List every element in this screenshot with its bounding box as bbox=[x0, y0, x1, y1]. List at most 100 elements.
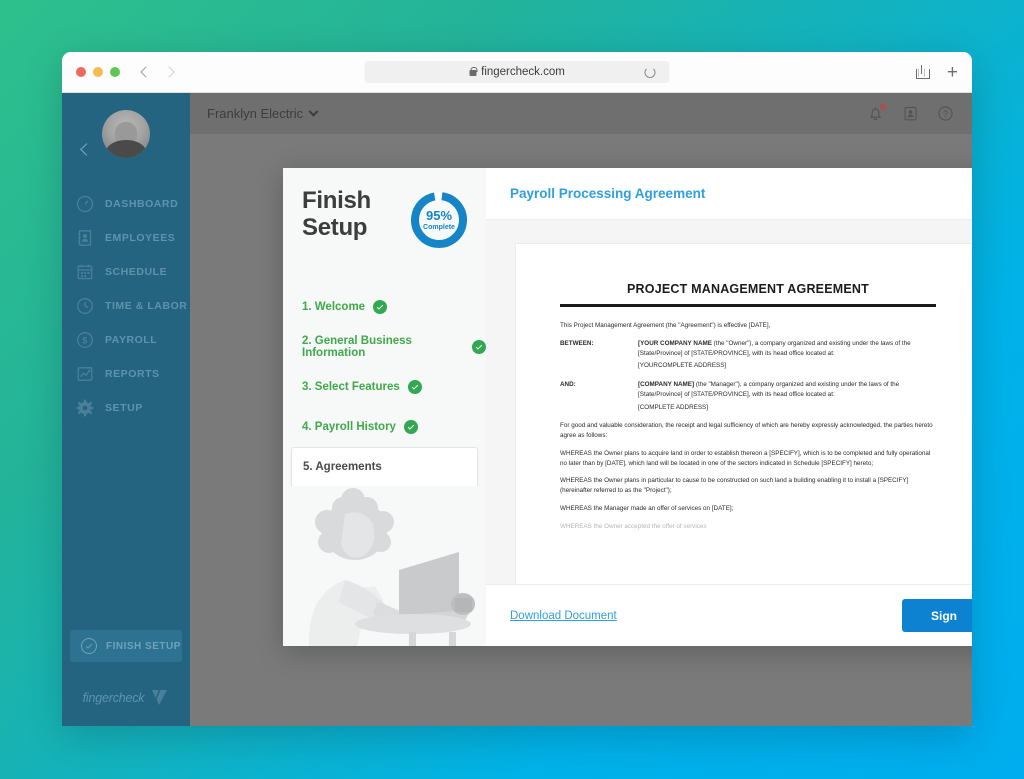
chevron-down-icon bbox=[308, 106, 319, 117]
top-bar: Franklyn Electric ? bbox=[190, 93, 972, 134]
document-whereas-4-clipped: WHEREAS the Owner accepted the offer of … bbox=[560, 522, 707, 530]
application-body: DASHBOARD EMPLOYEES SCHEDULE TIME & LABO… bbox=[62, 93, 972, 726]
sidebar-item-employees[interactable]: EMPLOYEES bbox=[62, 221, 190, 255]
setup-step-general-business-information[interactable]: 2. General Business Information bbox=[283, 327, 486, 367]
download-document-link[interactable]: Download Document bbox=[510, 610, 617, 622]
gauge-icon bbox=[76, 195, 94, 213]
and-label: AND: bbox=[560, 381, 576, 388]
agreement-title: Payroll Processing Agreement bbox=[510, 186, 706, 201]
sidebar-item-time-labor[interactable]: TIME & LABOR bbox=[62, 289, 190, 323]
check-circle-icon bbox=[407, 380, 422, 394]
lock-icon bbox=[469, 66, 478, 76]
sidebar-item-setup[interactable]: SETUP bbox=[62, 391, 190, 425]
setup-title-line1: Finish bbox=[302, 187, 371, 214]
calendar-icon bbox=[76, 263, 94, 281]
agreement-panel: Payroll Processing Agreement PROJECT MAN… bbox=[486, 168, 972, 646]
sidebar: DASHBOARD EMPLOYEES SCHEDULE TIME & LABO… bbox=[62, 93, 190, 726]
notification-badge bbox=[880, 104, 886, 110]
sidebar-item-label: REPORTS bbox=[105, 368, 160, 380]
bell-icon[interactable] bbox=[867, 104, 886, 122]
close-window-button[interactable] bbox=[76, 67, 86, 77]
and-party: [COMPANY NAME] (the "Manager"), a compan… bbox=[638, 380, 936, 400]
chevron-right-icon[interactable] bbox=[163, 66, 175, 78]
sidebar-item-label: SCHEDULE bbox=[105, 266, 168, 278]
finish-setup-modal: Finish Setup 95% Complete 1. Welcome 2. … bbox=[283, 168, 972, 646]
sidebar-item-payroll[interactable]: $ PAYROLL bbox=[62, 323, 190, 357]
maximize-window-button[interactable] bbox=[110, 67, 120, 77]
check-circle-icon bbox=[81, 638, 97, 654]
svg-text:?: ? bbox=[943, 109, 948, 119]
company-name: Franklyn Electric bbox=[207, 106, 304, 121]
fingercheck-mark-icon bbox=[150, 689, 169, 706]
address-book-icon bbox=[76, 229, 94, 247]
setup-step-label: 5. Agreements bbox=[303, 461, 382, 473]
document-whereas-1: WHEREAS the Owner plans to acquire land … bbox=[560, 449, 931, 467]
document-and-row: AND: [COMPANY NAME] (the "Manager"), a c… bbox=[560, 380, 936, 400]
reload-icon[interactable] bbox=[644, 66, 656, 78]
top-bar-icons: ? bbox=[867, 104, 954, 122]
chart-icon bbox=[76, 365, 94, 383]
finish-setup-button[interactable]: FINISH SETUP bbox=[70, 630, 182, 662]
traffic-lights[interactable] bbox=[76, 67, 120, 77]
browser-window: fingercheck.com + DASHBOARD EMPLOYEES SC… bbox=[62, 52, 972, 726]
progress-complete-label: Complete bbox=[423, 224, 455, 231]
sidebar-item-dashboard[interactable]: DASHBOARD bbox=[62, 187, 190, 221]
setup-step-label: 3. Select Features bbox=[302, 381, 400, 393]
avatar[interactable] bbox=[102, 110, 150, 158]
check-circle-icon bbox=[373, 300, 388, 314]
agreement-footer: Download Document Sign bbox=[486, 584, 972, 646]
progress-ring-label: 95% Complete bbox=[408, 189, 470, 251]
woman-at-laptop-photo bbox=[283, 486, 486, 646]
setup-step-label: 2. General Business Information bbox=[302, 335, 412, 359]
setup-step-label: 1. Welcome bbox=[302, 301, 366, 313]
minimize-window-button[interactable] bbox=[93, 67, 103, 77]
address-bar[interactable]: fingercheck.com bbox=[364, 61, 670, 83]
between-party: [YOUR COMPANY NAME (the "Owner"), a comp… bbox=[638, 339, 936, 359]
document-heading: PROJECT MANAGEMENT AGREEMENT bbox=[627, 282, 869, 296]
setup-step-agreements[interactable]: 5. Agreements bbox=[291, 447, 478, 487]
share-icon[interactable] bbox=[915, 65, 930, 79]
brand-name: fingercheck bbox=[82, 690, 145, 705]
document-consideration: For good and valuable consideration, the… bbox=[560, 422, 933, 439]
sidebar-nav: DASHBOARD EMPLOYEES SCHEDULE TIME & LABO… bbox=[62, 187, 190, 425]
browser-toolbar-right: + bbox=[915, 63, 958, 82]
setup-step-welcome[interactable]: 1. Welcome bbox=[283, 287, 486, 327]
browser-nav-buttons[interactable] bbox=[140, 66, 175, 78]
company-selector[interactable]: Franklyn Electric bbox=[207, 106, 319, 121]
between-address: [YOURCOMPLETE ADDRESS] bbox=[638, 362, 727, 370]
svg-text:$: $ bbox=[82, 336, 88, 346]
document-body: This Project Management Agreement (the "… bbox=[560, 321, 936, 531]
agreement-scroll-area[interactable]: PROJECT MANAGEMENT AGREEMENT This Projec… bbox=[486, 220, 972, 584]
setup-step-label: 4. Payroll History bbox=[302, 421, 396, 433]
between-label: BETWEEN: bbox=[560, 339, 594, 347]
sidebar-item-label: EMPLOYEES bbox=[105, 232, 176, 244]
sign-button[interactable]: Sign bbox=[902, 599, 972, 632]
gear-icon bbox=[76, 399, 94, 417]
setup-header: Finish Setup 95% Complete bbox=[283, 168, 486, 251]
check-circle-icon bbox=[403, 420, 418, 434]
sidebar-item-reports[interactable]: REPORTS bbox=[62, 357, 190, 391]
check-circle-icon bbox=[472, 340, 486, 354]
document-divider bbox=[560, 304, 936, 307]
sidebar-item-label: PAYROLL bbox=[105, 334, 158, 346]
id-card-icon[interactable] bbox=[902, 105, 919, 122]
chevron-left-icon[interactable] bbox=[140, 66, 152, 78]
dollar-circle-icon: $ bbox=[76, 331, 94, 349]
and-address: [COMPLETE ADDRESS] bbox=[638, 403, 708, 411]
and-party-name: [COMPANY NAME] bbox=[638, 381, 695, 388]
setup-step-payroll-history[interactable]: 4. Payroll History bbox=[283, 407, 486, 447]
sidebar-item-schedule[interactable]: SCHEDULE bbox=[62, 255, 190, 289]
clock-icon bbox=[76, 297, 94, 315]
setup-steps-list: 1. Welcome 2. General Business Informati… bbox=[283, 287, 486, 487]
progress-percent: 95% bbox=[425, 208, 453, 223]
brand-logo: fingercheck bbox=[62, 689, 190, 706]
finish-setup-label: FINISH SETUP bbox=[106, 640, 181, 652]
help-icon[interactable]: ? bbox=[937, 105, 954, 122]
setup-steps-panel: Finish Setup 95% Complete 1. Welcome 2. … bbox=[283, 168, 486, 646]
setup-step-select-features[interactable]: 3. Select Features bbox=[283, 367, 486, 407]
plus-icon[interactable]: + bbox=[947, 63, 958, 82]
progress-ring: 95% Complete bbox=[408, 189, 470, 251]
url-text: fingercheck.com bbox=[481, 66, 565, 78]
sidebar-item-label: DASHBOARD bbox=[105, 198, 179, 210]
document-between-row: BETWEEN: [YOUR COMPANY NAME (the "Owner"… bbox=[560, 339, 936, 359]
